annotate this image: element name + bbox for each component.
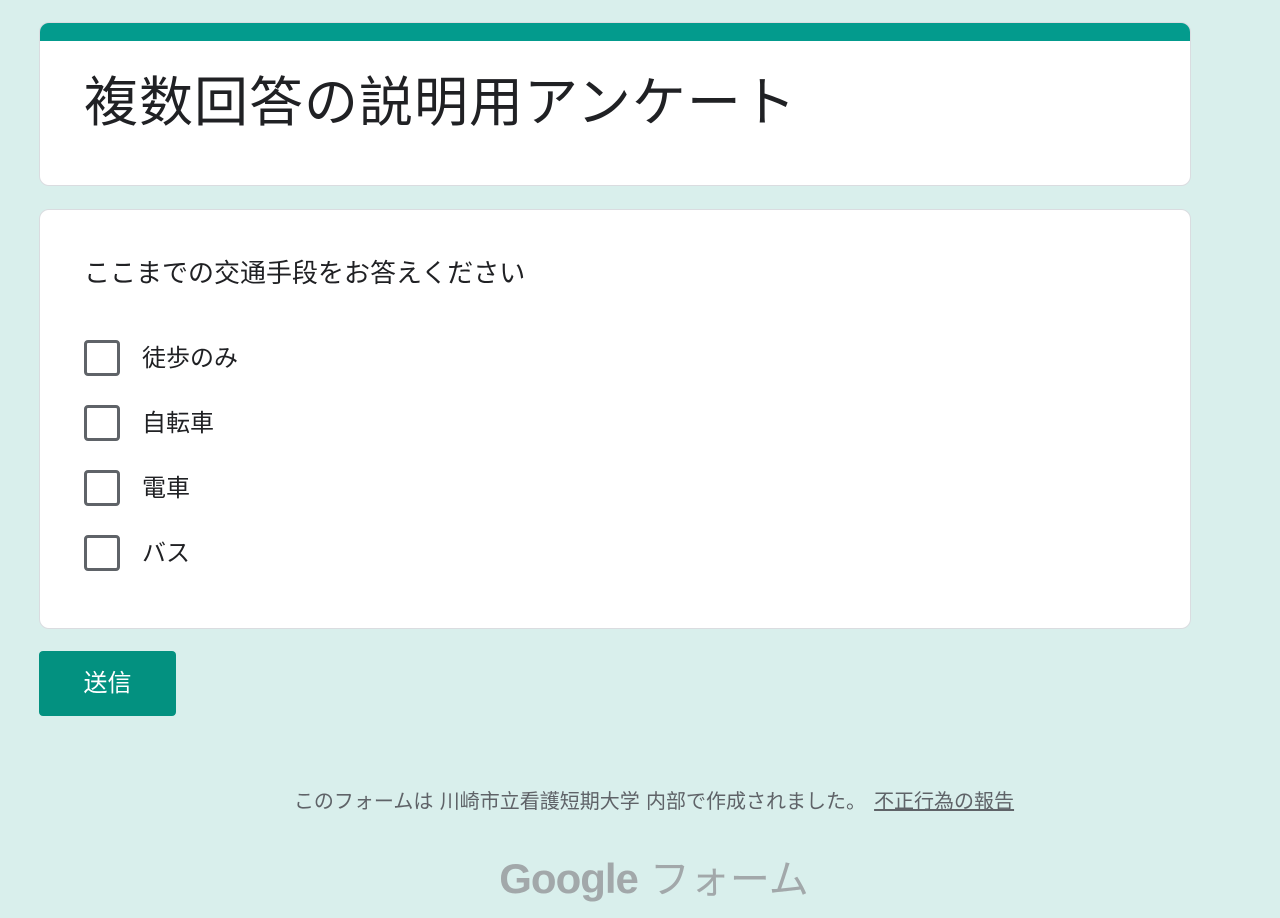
option-label: 自転車 xyxy=(142,409,214,437)
option-train[interactable]: 電車 xyxy=(84,470,238,506)
question-title: ここまでの交通手段をお答えください xyxy=(84,259,526,289)
forms-wordmark: フォーム xyxy=(649,857,809,903)
form-header-card: 複数回答の説明用アンケート xyxy=(39,22,1191,186)
checkbox-options: 徒歩のみ 自転車 電車 バス xyxy=(84,340,238,600)
checkbox-bicycle[interactable] xyxy=(84,405,120,441)
google-forms-logo[interactable]: Google フォーム xyxy=(39,852,1269,907)
option-bicycle[interactable]: 自転車 xyxy=(84,405,238,441)
option-label: バス xyxy=(142,539,190,567)
question-card: ここまでの交通手段をお答えください 徒歩のみ 自転車 電車 バス xyxy=(39,209,1191,629)
checkbox-train[interactable] xyxy=(84,470,120,506)
option-label: 電車 xyxy=(142,474,190,502)
checkbox-bus[interactable] xyxy=(84,535,120,571)
form-title: 複数回答の説明用アンケート xyxy=(84,71,797,134)
footer-note-text: このフォームは 川崎市立看護短期大学 内部で作成されました。 xyxy=(293,789,867,813)
form-container: 複数回答の説明用アンケート ここまでの交通手段をお答えください 徒歩のみ 自転車… xyxy=(39,22,1191,903)
footer-note: このフォームは 川崎市立看護短期大学 内部で作成されました。 不正行為の報告 xyxy=(39,788,1269,814)
option-bus[interactable]: バス xyxy=(84,535,238,571)
option-walking[interactable]: 徒歩のみ xyxy=(84,340,238,376)
google-wordmark: Google xyxy=(499,855,639,902)
option-label: 徒歩のみ xyxy=(142,344,238,372)
header-accent-bar xyxy=(40,23,1190,41)
checkbox-walking[interactable] xyxy=(84,340,120,376)
report-abuse-link[interactable]: 不正行為の報告 xyxy=(874,789,1014,813)
submit-button[interactable]: 送信 xyxy=(39,651,176,716)
